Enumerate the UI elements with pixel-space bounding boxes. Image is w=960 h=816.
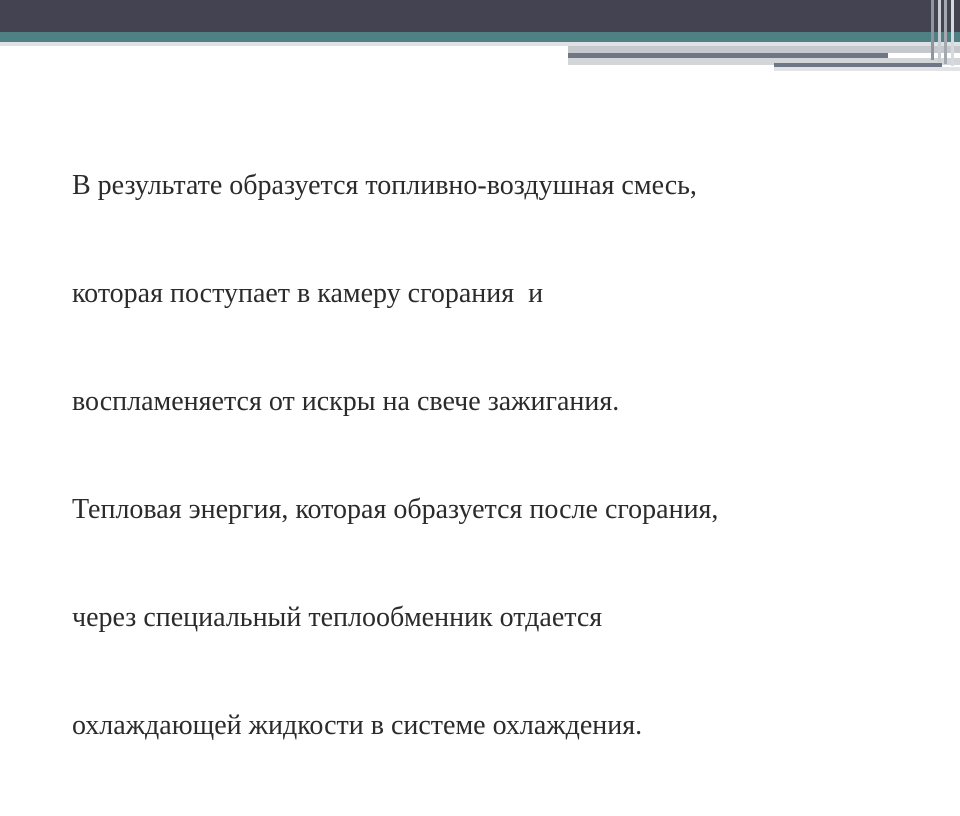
slide: В результате образуется топливно-воздушн…	[0, 0, 960, 741]
body-text-line: охлаждающей жидкости в системе охлаждени…	[72, 710, 643, 741]
header-step-stripe	[774, 67, 960, 71]
body-text-line: через специальный теплообменник отдается	[72, 602, 603, 633]
body-text-line: которая поступает в камеру сгорания и	[72, 278, 544, 309]
decorative-vertical-line	[951, 0, 954, 66]
body-text-line: В результате образуется топливно-воздушн…	[72, 170, 697, 201]
body-text-line: воспламеняется от искры на свече зажиган…	[72, 386, 620, 417]
header-teal-band	[0, 32, 960, 42]
header-step-stripe	[568, 46, 960, 53]
decorative-vertical-line	[938, 0, 941, 62]
decorative-vertical-line	[944, 0, 947, 64]
slide-body-text: В результате образуется топливно-воздушн…	[72, 96, 912, 816]
header-dark-band	[0, 0, 960, 32]
decorative-vertical-line	[931, 0, 934, 60]
body-text-line: Тепловая энергия, которая образуется пос…	[72, 494, 719, 525]
